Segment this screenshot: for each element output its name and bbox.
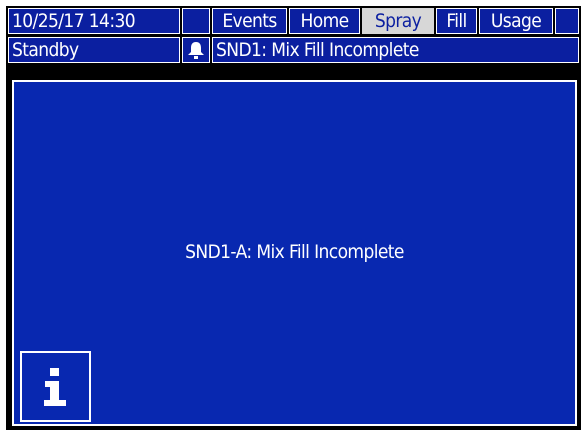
tab-usage[interactable]: Usage: [479, 8, 553, 34]
header-spacer: [182, 8, 210, 34]
alarm-indicator: [182, 37, 210, 63]
tab-overflow: [555, 8, 579, 34]
alert-banner: SND1: Mix Fill Incomplete: [212, 37, 579, 63]
status-state-text: Standby: [12, 39, 79, 61]
datetime-display: 10/25/17 14:30: [8, 8, 180, 34]
tab-usage-label: Usage: [490, 10, 542, 32]
status-state: Standby: [8, 37, 180, 63]
tab-fill[interactable]: Fill: [436, 8, 477, 34]
display-screen: 10/25/17 14:30 Events Home Spray Fill Us…: [6, 6, 581, 430]
alarm-message: SND1-A: Mix Fill Incomplete: [185, 241, 404, 263]
tab-events-label: Events: [222, 10, 277, 32]
datetime-text: 10/25/17 14:30: [12, 10, 136, 32]
tab-events[interactable]: Events: [212, 8, 287, 34]
tab-home[interactable]: Home: [289, 8, 360, 34]
alert-banner-text: SND1: Mix Fill Incomplete: [216, 39, 419, 61]
tab-spray[interactable]: Spray: [362, 8, 434, 34]
tab-home-label: Home: [300, 10, 349, 32]
tab-fill-label: Fill: [446, 10, 467, 32]
bell-alarm-icon: [188, 42, 204, 59]
tab-spray-label: Spray: [374, 10, 422, 32]
main-panel: SND1-A: Mix Fill Incomplete: [12, 80, 577, 426]
info-button[interactable]: [20, 351, 91, 422]
info-icon: [44, 368, 66, 406]
